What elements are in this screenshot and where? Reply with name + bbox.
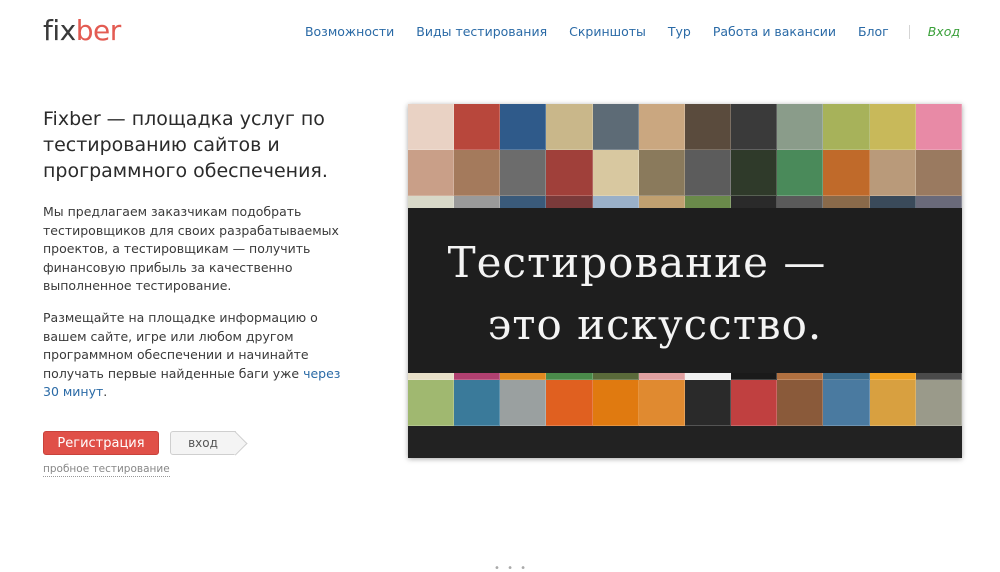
avatar-tile: [869, 150, 916, 196]
avatar-tile: [500, 150, 547, 196]
cta-period: .: [103, 384, 108, 399]
avatar-tile: [546, 380, 593, 426]
logo[interactable]: fixber: [43, 14, 121, 47]
avatar-tile: [731, 150, 778, 196]
avatar-tile: [638, 150, 685, 196]
avatar-tile: [823, 104, 870, 150]
avatar-tile: [869, 380, 916, 426]
avatar-tile: [823, 150, 870, 196]
avatar-tile: [869, 104, 916, 150]
register-button[interactable]: Регистрация: [43, 431, 159, 455]
avatar-tile: [592, 104, 639, 150]
avatar-tile: [408, 104, 455, 150]
hero-banner: Тестирование — это искусство.: [408, 104, 962, 458]
avatar-tile: [731, 380, 778, 426]
nav-login[interactable]: Вход: [928, 24, 960, 39]
avatar-tile: [454, 104, 501, 150]
avatar-tile: [500, 104, 547, 150]
intro-paragraph: Мы предлагаем заказчикам подобрать тести…: [43, 204, 339, 293]
avatar-tile: [546, 150, 593, 196]
avatar-tile: [408, 380, 455, 426]
nav-blog[interactable]: Блог: [858, 24, 889, 39]
pagination-dots: • • •: [494, 563, 529, 572]
nav-features[interactable]: Возможности: [305, 24, 394, 39]
avatar-tile: [777, 380, 824, 426]
avatar-tile: [592, 380, 639, 426]
avatar-tile: [915, 380, 962, 426]
avatar-tile: [777, 150, 824, 196]
nav-screenshots[interactable]: Скриншоты: [569, 24, 646, 39]
nav-divider: [908, 24, 910, 39]
avatar-tile: [454, 380, 501, 426]
banner-line-1: Тестирование —: [447, 238, 827, 287]
avatar-tile: [915, 104, 962, 150]
avatar-tile: [592, 150, 639, 196]
trial-testing-link[interactable]: пробное тестирование: [43, 463, 170, 477]
avatar-tile: [684, 150, 732, 196]
avatar-tile: [638, 380, 685, 426]
login-button[interactable]: вход: [170, 431, 236, 455]
avatar-tile: [408, 150, 455, 196]
top-nav: Возможности Виды тестирования Скриншоты …: [283, 24, 960, 39]
avatar-tile: [731, 104, 778, 150]
cta-paragraph-text: Размещайте на площадке информацию о ваше…: [43, 310, 318, 381]
banner-line-2: это искусство.: [487, 300, 823, 349]
avatar-tile: [500, 380, 547, 426]
logo-part-ber: ber: [75, 14, 122, 47]
avatar-tile: [777, 104, 824, 150]
page-headline: Fixber — площадка услуг по тестированию …: [43, 108, 328, 182]
cta-paragraph: Размещайте на площадке информацию о ваше…: [43, 309, 343, 402]
avatar-tile: [684, 380, 732, 426]
logo-part-fix: fix: [43, 14, 76, 47]
banner-overlay: Тестирование — это искусство.: [408, 208, 962, 373]
avatar-tile: [823, 380, 870, 426]
avatar-tile: [915, 150, 962, 196]
avatar-tile: [638, 104, 685, 150]
nav-testing-types[interactable]: Виды тестирования: [416, 24, 547, 39]
nav-jobs[interactable]: Работа и вакансии: [713, 24, 836, 39]
nav-tour[interactable]: Тур: [668, 24, 691, 39]
avatar-tile: [546, 104, 593, 150]
avatar-tile: [684, 104, 732, 150]
avatar-tile: [454, 150, 501, 196]
